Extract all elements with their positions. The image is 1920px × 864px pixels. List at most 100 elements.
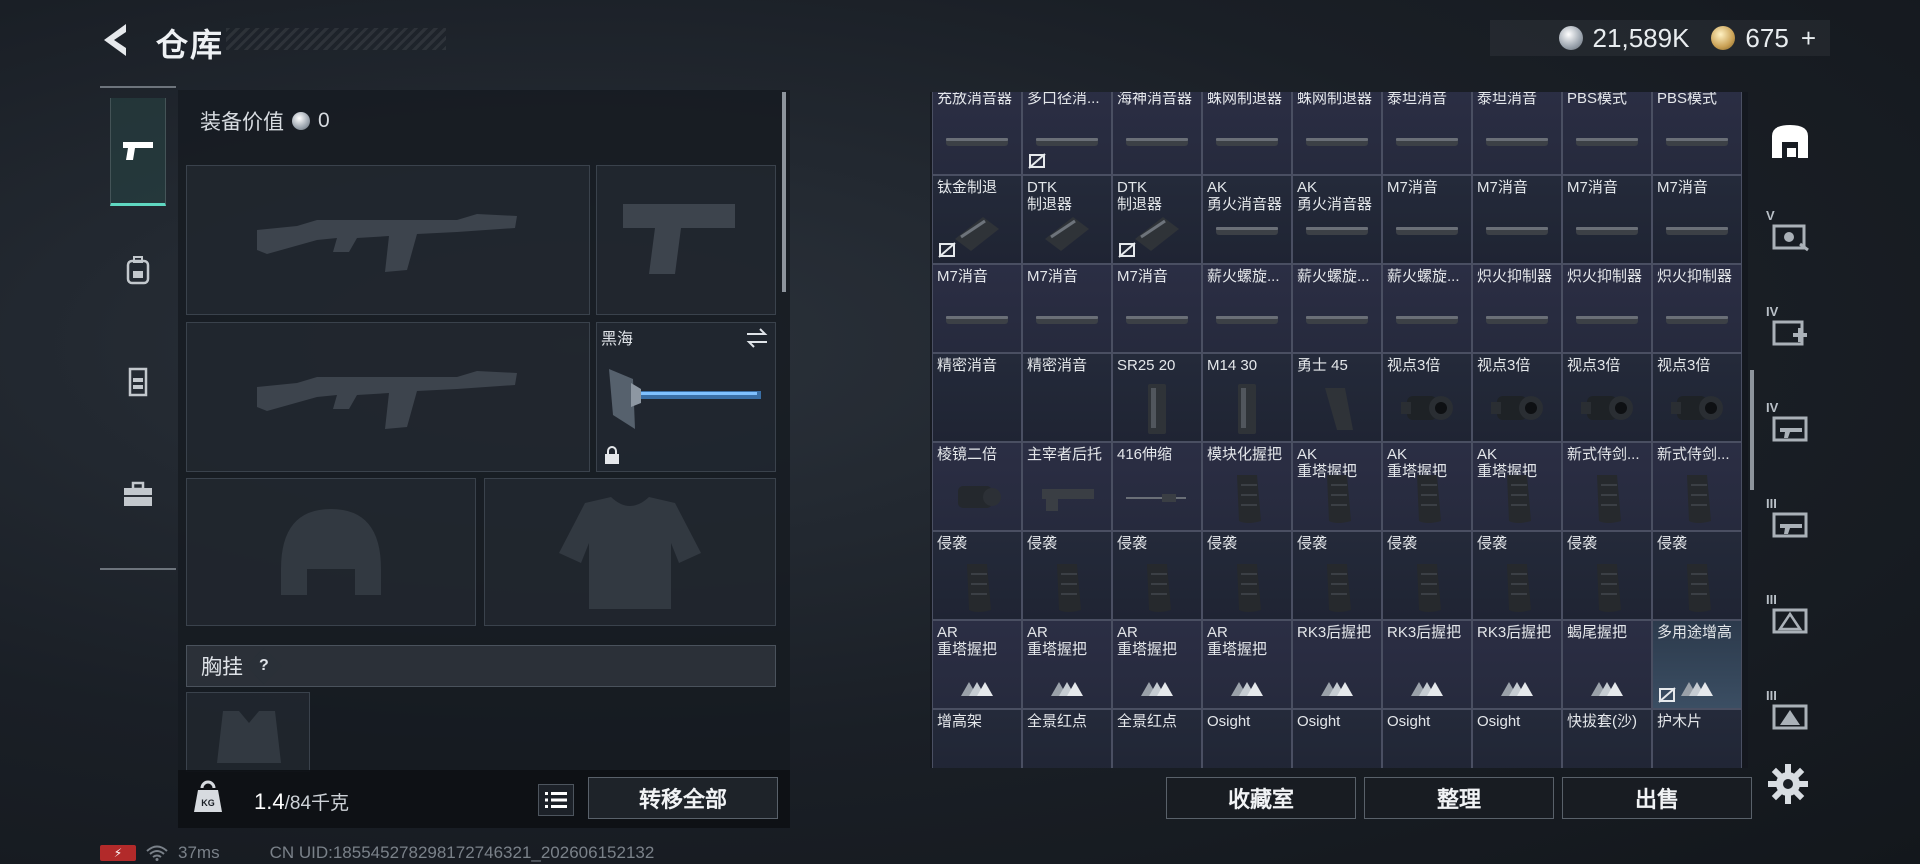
filter-tier-iii-box[interactable]: III: [1762, 680, 1818, 750]
tab-backpack[interactable]: [110, 216, 166, 324]
storage-item[interactable]: 棱镜二倍: [932, 442, 1022, 531]
storage-item[interactable]: M7消音: [1022, 264, 1112, 353]
collection-room-button[interactable]: 收藏室: [1166, 777, 1356, 819]
sort-button[interactable]: 整理: [1364, 777, 1554, 819]
storage-item[interactable]: 侵袭: [932, 531, 1022, 620]
storage-item[interactable]: PBS模式: [1652, 92, 1742, 175]
add-currency-button[interactable]: +: [1801, 23, 1816, 54]
storage-item[interactable]: 侵袭: [1292, 531, 1382, 620]
storage-item[interactable]: AR 重塔握把: [1112, 620, 1202, 709]
storage-item[interactable]: AR 重塔握把: [1022, 620, 1112, 709]
storage-item[interactable]: M7消音: [1382, 175, 1472, 264]
storage-item[interactable]: 侵袭: [1382, 531, 1472, 620]
storage-item[interactable]: 多用途增高: [1652, 620, 1742, 709]
storage-item[interactable]: DTK 制退器: [1022, 175, 1112, 264]
loadout-scrollbar[interactable]: [782, 92, 786, 292]
melee-slot[interactable]: 黑海: [596, 322, 776, 472]
storage-item[interactable]: 海神消音器: [1112, 92, 1202, 175]
storage-item[interactable]: 炽火抑制器: [1652, 264, 1742, 353]
storage-item[interactable]: RK3后握把: [1472, 620, 1562, 709]
storage-item[interactable]: SR25 20: [1112, 353, 1202, 442]
storage-item[interactable]: PBS模式: [1562, 92, 1652, 175]
storage-item[interactable]: 炽火抑制器: [1472, 264, 1562, 353]
filter-tier-v-case[interactable]: V: [1762, 200, 1818, 270]
filter-tier-iv-weapon[interactable]: IV: [1762, 392, 1818, 462]
sidearm-slot[interactable]: [596, 165, 776, 315]
storage-item[interactable]: Osight: [1292, 709, 1382, 768]
storage-item[interactable]: 侵袭: [1652, 531, 1742, 620]
storage-item[interactable]: 视点3倍: [1382, 353, 1472, 442]
storage-item[interactable]: 侵袭: [1112, 531, 1202, 620]
storage-item[interactable]: 全景红点: [1022, 709, 1112, 768]
storage-item[interactable]: 炽火抑制器: [1562, 264, 1652, 353]
storage-item[interactable]: AR 重塔握把: [932, 620, 1022, 709]
storage-item[interactable]: 蛛网制退器: [1202, 92, 1292, 175]
tab-vest[interactable]: [110, 328, 166, 436]
storage-item[interactable]: 视点3倍: [1652, 353, 1742, 442]
storage-item[interactable]: 薪火螺旋...: [1202, 264, 1292, 353]
secondary-weapon-slot[interactable]: [186, 322, 590, 472]
storage-item[interactable]: 全景红点: [1112, 709, 1202, 768]
storage-item[interactable]: 泰坦消音: [1382, 92, 1472, 175]
storage-item[interactable]: 薪火螺旋...: [1292, 264, 1382, 353]
helmet-slot[interactable]: [186, 478, 476, 626]
filter-tier-iii-hazard[interactable]: III: [1762, 584, 1818, 654]
storage-item[interactable]: 416伸缩: [1112, 442, 1202, 531]
filter-tier-iv-medical[interactable]: IV: [1762, 296, 1818, 366]
storage-item[interactable]: 侵袭: [1022, 531, 1112, 620]
tab-weapons[interactable]: [110, 98, 166, 206]
help-button[interactable]: ?: [245, 647, 283, 685]
storage-item[interactable]: 勇士 45: [1292, 353, 1382, 442]
storage-item[interactable]: 侵袭: [1472, 531, 1562, 620]
transfer-all-button[interactable]: 转移全部: [588, 777, 778, 819]
storage-item[interactable]: 增高架: [932, 709, 1022, 768]
storage-item[interactable]: 视点3倍: [1472, 353, 1562, 442]
storage-item[interactable]: 主宰者后托: [1022, 442, 1112, 531]
storage-item[interactable]: RK3后握把: [1292, 620, 1382, 709]
sell-button[interactable]: 出售: [1562, 777, 1752, 819]
filter-all-storage[interactable]: [1762, 106, 1818, 176]
filter-tier-iii-weapon[interactable]: III: [1762, 488, 1818, 558]
storage-item[interactable]: M7消音: [1472, 175, 1562, 264]
storage-item[interactable]: M14 30: [1202, 353, 1292, 442]
storage-item[interactable]: RK3后握把: [1382, 620, 1472, 709]
tab-supplies[interactable]: [110, 440, 166, 548]
storage-item[interactable]: DTK 制退器: [1112, 175, 1202, 264]
primary-weapon-slot[interactable]: [186, 165, 590, 315]
back-icon[interactable]: [96, 18, 140, 62]
swap-icon[interactable]: [745, 327, 769, 349]
chest-rig-slot[interactable]: [186, 692, 310, 772]
storage-item[interactable]: AR 重塔握把: [1202, 620, 1292, 709]
storage-item[interactable]: 精密消音: [1022, 353, 1112, 442]
storage-item[interactable]: Osight: [1472, 709, 1562, 768]
list-view-button[interactable]: [538, 784, 574, 816]
storage-item[interactable]: M7消音: [1112, 264, 1202, 353]
storage-item[interactable]: 模块化握把: [1202, 442, 1292, 531]
storage-item[interactable]: Osight: [1382, 709, 1472, 768]
storage-item[interactable]: 泰坦消音: [1472, 92, 1562, 175]
storage-item[interactable]: 充放消音器: [932, 92, 1022, 175]
storage-item[interactable]: 侵袭: [1202, 531, 1292, 620]
storage-item[interactable]: 侵袭: [1562, 531, 1652, 620]
storage-item[interactable]: 精密消音: [932, 353, 1022, 442]
storage-item[interactable]: AK 重塔握把: [1472, 442, 1562, 531]
storage-item[interactable]: AK 重塔握把: [1292, 442, 1382, 531]
storage-item[interactable]: M7消音: [932, 264, 1022, 353]
storage-item[interactable]: AK 重塔握把: [1382, 442, 1472, 531]
storage-item[interactable]: 钛金制退: [932, 175, 1022, 264]
armor-slot[interactable]: [484, 478, 776, 626]
storage-item[interactable]: M7消音: [1562, 175, 1652, 264]
storage-item[interactable]: 多口径消...: [1022, 92, 1112, 175]
storage-item[interactable]: Osight: [1202, 709, 1292, 768]
storage-item[interactable]: AK 勇火消音器: [1202, 175, 1292, 264]
storage-item[interactable]: 新式侍剑...: [1562, 442, 1652, 531]
storage-item[interactable]: 护木片: [1652, 709, 1742, 768]
storage-item[interactable]: AK 勇火消音器: [1292, 175, 1382, 264]
settings-gear-icon[interactable]: [1766, 762, 1810, 806]
storage-item[interactable]: 蛛网制退器: [1292, 92, 1382, 175]
storage-item[interactable]: 蝎尾握把: [1562, 620, 1652, 709]
storage-item[interactable]: 新式侍剑...: [1652, 442, 1742, 531]
storage-item[interactable]: 薪火螺旋...: [1382, 264, 1472, 353]
storage-item[interactable]: 视点3倍: [1562, 353, 1652, 442]
storage-scrollbar[interactable]: [1750, 370, 1754, 490]
